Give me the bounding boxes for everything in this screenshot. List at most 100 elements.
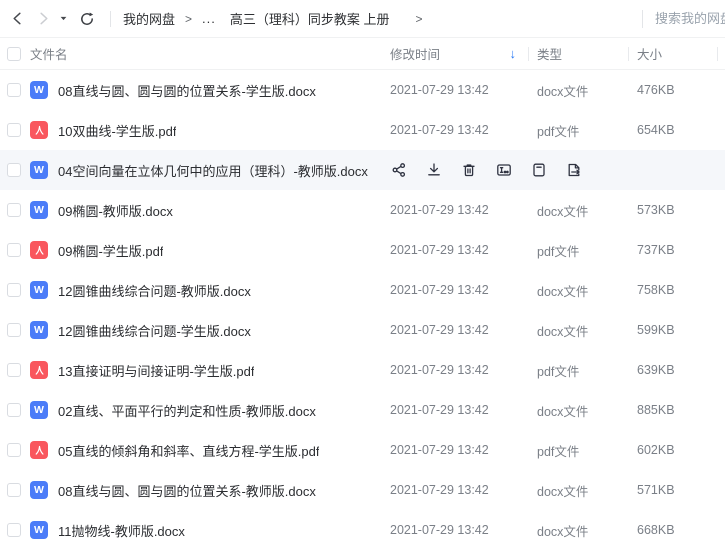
row-checkbox[interactable] [7, 363, 21, 377]
file-modified-time: 2021-07-29 13:42 [390, 470, 528, 510]
file-type: pdf文件 [528, 230, 628, 270]
sort-desc-icon[interactable]: ↓ [510, 46, 517, 61]
forward-icon[interactable] [32, 8, 54, 30]
breadcrumb-separator: > [416, 12, 423, 26]
file-name[interactable]: 04空间向量在立体几何中的应用（理科）-教师版.docx [58, 161, 368, 180]
word-file-icon: W [30, 401, 48, 419]
file-name[interactable]: 12圆锥曲线综合问题-教师版.docx [58, 281, 251, 300]
pdf-file-icon [30, 121, 48, 139]
breadcrumb-item-root[interactable]: 我的网盘 [123, 9, 175, 28]
breadcrumb-separator: > [185, 12, 192, 26]
column-header-modified[interactable]: 修改时间 ↓ [390, 38, 528, 69]
file-name[interactable]: 11抛物线-教师版.docx [58, 521, 185, 540]
file-type: pdf文件 [528, 110, 628, 150]
word-file-icon: W [30, 161, 48, 179]
file-name[interactable]: 09椭圆-学生版.pdf [58, 241, 163, 260]
file-type: docx文件 [528, 510, 628, 550]
word-file-icon: W [30, 81, 48, 99]
search-area [642, 0, 725, 37]
search-input[interactable] [655, 11, 725, 26]
table-row[interactable]: W 04空间向量在立体几何中的应用（理科）-教师版.docx [0, 150, 725, 190]
row-checkbox[interactable] [7, 443, 21, 457]
file-name[interactable]: 05直线的倾斜角和斜率、直线方程-学生版.pdf [58, 441, 319, 460]
breadcrumb-item-current[interactable]: 高三（理科）同步教案 上册 [230, 9, 390, 28]
word-file-icon: W [30, 281, 48, 299]
toolbar-divider [110, 11, 111, 27]
table-row[interactable]: 05直线的倾斜角和斜率、直线方程-学生版.pdf 2021-07-29 13:4… [0, 430, 725, 470]
table-row[interactable]: W 08直线与圆、圆与圆的位置关系-教师版.docx 2021-07-29 13… [0, 470, 725, 510]
file-size: 885KB [628, 390, 725, 430]
table-row[interactable]: W 12圆锥曲线综合问题-学生版.docx 2021-07-29 13:42 d… [0, 310, 725, 350]
breadcrumb-item-ellipsis[interactable]: ... [202, 11, 216, 26]
row-checkbox[interactable] [7, 403, 21, 417]
row-checkbox[interactable] [7, 83, 21, 97]
download-icon[interactable] [425, 162, 442, 179]
table-row[interactable]: 09椭圆-学生版.pdf 2021-07-29 13:42 pdf文件 737K… [0, 230, 725, 270]
row-checkbox[interactable] [7, 283, 21, 297]
refresh-icon[interactable] [76, 8, 98, 30]
file-type: pdf文件 [528, 350, 628, 390]
row-checkbox[interactable] [7, 323, 21, 337]
word-file-icon: W [30, 481, 48, 499]
file-size: 737KB [628, 230, 725, 270]
select-all-checkbox[interactable] [7, 47, 21, 61]
file-size: 639KB [628, 350, 725, 390]
move-icon[interactable] [565, 162, 582, 179]
pdf-file-icon [30, 441, 48, 459]
table-header: 文件名 修改时间 ↓ 类型 大小 [0, 38, 725, 70]
file-modified-time: 2021-07-29 13:42 [390, 310, 528, 350]
file-modified-time: 2021-07-29 13:42 [390, 190, 528, 230]
file-modified-time: 2021-07-29 13:42 [390, 70, 528, 110]
word-file-icon: W [30, 321, 48, 339]
table-row[interactable]: W 02直线、平面平行的判定和性质-教师版.docx 2021-07-29 13… [0, 390, 725, 430]
pdf-file-icon [30, 361, 48, 379]
table-row[interactable]: W 09椭圆-教师版.docx 2021-07-29 13:42 docx文件 … [0, 190, 725, 230]
file-type: docx文件 [528, 70, 628, 110]
file-size: 668KB [628, 510, 725, 550]
column-header-type: 类型 [528, 38, 628, 69]
table-row[interactable]: W 08直线与圆、圆与圆的位置关系-学生版.docx 2021-07-29 13… [0, 70, 725, 110]
column-header-size: 大小 [628, 38, 725, 69]
file-size: 758KB [628, 270, 725, 310]
file-name[interactable]: 02直线、平面平行的判定和性质-教师版.docx [58, 401, 316, 420]
file-name[interactable]: 13直接证明与间接证明-学生版.pdf [58, 361, 254, 380]
file-modified-time: 2021-07-29 13:42 [390, 350, 528, 390]
row-checkbox[interactable] [7, 203, 21, 217]
delete-icon[interactable] [460, 162, 477, 179]
file-size: 654KB [628, 110, 725, 150]
row-checkbox[interactable] [7, 243, 21, 257]
file-type: docx文件 [528, 270, 628, 310]
file-type: docx文件 [528, 310, 628, 350]
rename-icon[interactable] [495, 162, 512, 179]
row-checkbox[interactable] [7, 523, 21, 537]
file-modified-time: 2021-07-29 13:42 [390, 430, 528, 470]
file-name[interactable]: 08直线与圆、圆与圆的位置关系-教师版.docx [58, 481, 316, 500]
column-label-name: 文件名 [30, 44, 68, 63]
back-icon[interactable] [6, 8, 28, 30]
table-row[interactable]: 10双曲线-学生版.pdf 2021-07-29 13:42 pdf文件 654… [0, 110, 725, 150]
row-checkbox[interactable] [7, 483, 21, 497]
file-modified-time: 2021-07-29 13:42 [390, 230, 528, 270]
chevron-down-icon[interactable] [56, 8, 70, 30]
file-name[interactable]: 10双曲线-学生版.pdf [58, 121, 176, 140]
word-file-icon: W [30, 201, 48, 219]
table-row[interactable]: W 12圆锥曲线综合问题-教师版.docx 2021-07-29 13:42 d… [0, 270, 725, 310]
file-modified-time: 2021-07-29 13:42 [390, 110, 528, 150]
file-name[interactable]: 08直线与圆、圆与圆的位置关系-学生版.docx [58, 81, 316, 100]
file-size: 573KB [628, 190, 725, 230]
column-label-modified: 修改时间 [390, 44, 440, 63]
file-name[interactable]: 09椭圆-教师版.docx [58, 201, 173, 220]
share-icon[interactable] [390, 162, 407, 179]
row-checkbox[interactable] [7, 123, 21, 137]
row-checkbox[interactable] [7, 163, 21, 177]
file-type: docx文件 [528, 390, 628, 430]
file-type: docx文件 [528, 190, 628, 230]
table-row[interactable]: W 11抛物线-教师版.docx 2021-07-29 13:42 docx文件… [0, 510, 725, 550]
file-name[interactable]: 12圆锥曲线综合问题-学生版.docx [58, 321, 251, 340]
file-size: 599KB [628, 310, 725, 350]
table-row[interactable]: 13直接证明与间接证明-学生版.pdf 2021-07-29 13:42 pdf… [0, 350, 725, 390]
file-size: 476KB [628, 70, 725, 110]
file-modified-time: 2021-07-29 13:42 [390, 390, 528, 430]
copy-icon[interactable] [530, 162, 547, 179]
file-modified-time: 2021-07-29 13:42 [390, 510, 528, 550]
